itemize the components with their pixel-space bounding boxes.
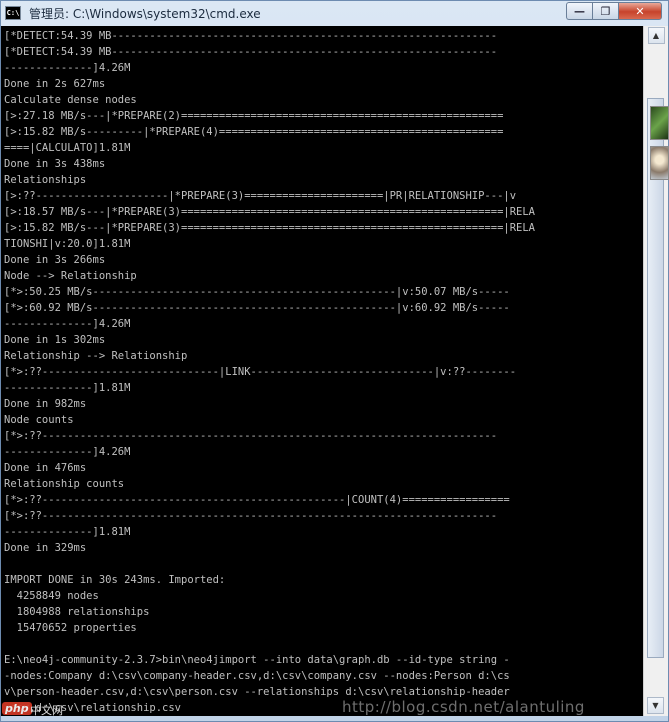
console-line: -nodes:Company d:\csv\company-header.csv… (4, 670, 510, 682)
console-output[interactable]: [*DETECT:54.39 MB-----------------------… (1, 26, 643, 716)
console-line: E:\neo4j-community-2.3.7>bin\neo4jimport… (4, 654, 510, 666)
console-line: 4258849 nodes (4, 590, 99, 602)
console-line: TIONSHI|v:20.0]1.81M (4, 238, 131, 250)
console-line: Done in 329ms (4, 542, 87, 554)
console-line: [>:18.57 MB/s---|*PREPARE(3)============… (4, 206, 536, 218)
console-line: 1804988 relationships (4, 606, 150, 618)
close-button[interactable]: ✕ (618, 2, 662, 20)
scroll-down-arrow-icon[interactable]: ▼ (647, 697, 664, 714)
cmd-app-icon[interactable]: C:\ (5, 6, 21, 20)
console-line: --------------]4.26M (4, 446, 131, 458)
console-line: Relationships (4, 174, 87, 186)
console-line: --------------]1.81M (4, 526, 131, 538)
console-line: Done in 476ms (4, 462, 87, 474)
caption-buttons: — ❐ ✕ (566, 2, 662, 20)
background-avatar-thumbnail-icon[interactable] (650, 146, 669, 180)
console-line: [*DETECT:54.39 MB-----------------------… (4, 46, 498, 58)
console-line: --------------]4.26M (4, 62, 131, 74)
console-line: Done in 3s 438ms (4, 158, 106, 170)
console-line: [>:15.82 MB/s---------|*PREPARE(4)======… (4, 126, 504, 138)
console-line: [>:15.82 MB/s---|*PREPARE(3)============… (4, 222, 536, 234)
watermark-url: http://blog.csdn.net/alantuling (342, 698, 585, 716)
console-line: --------------]4.26M (4, 318, 131, 330)
console-line: ====|CALCULATO]1.81M (4, 142, 131, 154)
console-text: [*DETECT:54.39 MB-----------------------… (1, 26, 643, 716)
console-line: [*DETECT:54.39 MB-----------------------… (4, 30, 498, 42)
console-line: Done in 3s 266ms (4, 254, 106, 266)
console-line: [>:??---------------------|*PREPARE(3)==… (4, 190, 517, 202)
console-line: 15470652 properties (4, 622, 137, 634)
console-line: [*>:50.25 MB/s--------------------------… (4, 286, 510, 298)
console-line: IMPORT DONE in 30s 243ms. Imported: (4, 574, 226, 586)
console-line: [>:27.18 MB/s---|*PREPARE(2)============… (4, 110, 504, 122)
console-line: --------------]1.81M (4, 382, 131, 394)
console-line: [*>:??----------------------------|LINK-… (4, 366, 517, 378)
scrollbar-thumb[interactable] (647, 98, 664, 658)
console-line: [*>:??----------------------------------… (4, 430, 498, 442)
console-line: Relationship counts (4, 478, 125, 490)
watermark-site-name: 中文网 (30, 704, 63, 717)
maximize-button[interactable]: ❐ (592, 2, 618, 20)
console-line: Done in 1s 302ms (4, 334, 106, 346)
console-line: [*>:60.92 MB/s--------------------------… (4, 302, 510, 314)
title-bar[interactable]: C:\ 管理员: C:\Windows\system32\cmd.exe — ❐… (1, 1, 668, 25)
minimize-button[interactable]: — (566, 2, 592, 20)
console-line: Node --> Relationship (4, 270, 137, 282)
scroll-up-arrow-icon[interactable]: ▲ (647, 27, 665, 44)
console-line: [*>:??----------------------------------… (4, 510, 498, 522)
console-line: Done in 2s 627ms (4, 78, 106, 90)
window-title: 管理员: C:\Windows\system32\cmd.exe (29, 6, 261, 21)
console-line: Node counts (4, 414, 74, 426)
console-line: Calculate dense nodes (4, 94, 137, 106)
console-line: Relationship --> Relationship (4, 350, 188, 362)
console-line: Done in 982ms (4, 398, 87, 410)
cmd-window: C:\ 管理员: C:\Windows\system32\cmd.exe — ❐… (0, 0, 669, 722)
console-line: [*>:??----------------------------------… (4, 494, 510, 506)
php-logo: php (2, 702, 32, 715)
background-window-thumbnail-icon[interactable] (650, 106, 669, 140)
